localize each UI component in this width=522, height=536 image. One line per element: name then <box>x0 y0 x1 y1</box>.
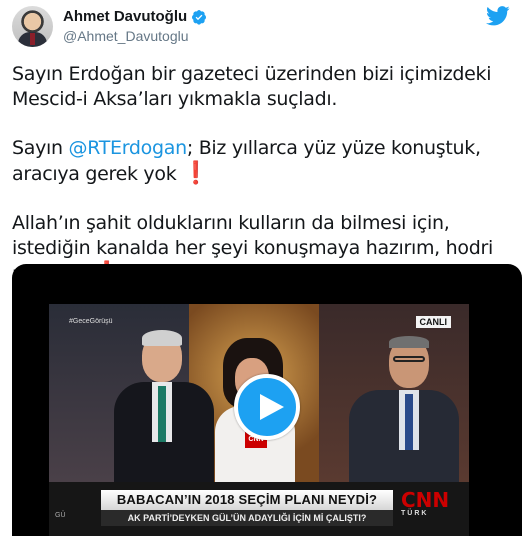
guest-left-tie <box>158 386 166 442</box>
video-player[interactable]: #GeceGörüşü CANLI CNN GÜ BABACAN’IN 2018… <box>12 264 522 536</box>
exclamation-icon: ❗ <box>182 161 210 186</box>
tweet-header: Ahmet Davutoğlu @Ahmet_Davutoglu <box>12 4 522 50</box>
channel-logo: CNN TÜRK <box>401 488 450 526</box>
side-text: GÜ <box>55 512 66 519</box>
guest-left <box>104 330 214 492</box>
tweet-paragraph-2: Sayın @RTErdogan; Biz yıllarca yüz yüze … <box>12 136 520 187</box>
live-badge: CANLI <box>415 316 451 328</box>
mention-link[interactable]: @RTErdogan <box>69 137 188 159</box>
avatar[interactable] <box>12 6 53 47</box>
guest-right-glasses <box>393 356 425 362</box>
paragraph-2-prefix: Sayın <box>12 137 69 159</box>
show-hashtag: #GeceGörüşü <box>69 318 113 325</box>
channel-name: CNN <box>401 488 450 512</box>
play-icon <box>260 394 284 420</box>
guest-right <box>339 336 459 500</box>
avatar-tie <box>30 33 35 45</box>
subheadline-banner: AK PARTİ’DEYKEN GÜL’ÜN ADAYLIĞI İÇİN Mİ … <box>101 510 393 526</box>
guest-left-hair <box>142 330 182 346</box>
verified-badge-icon <box>192 9 207 25</box>
play-button[interactable] <box>234 374 300 440</box>
lower-third: GÜ BABACAN’IN 2018 SEÇİM PLANI NEYDİ? AK… <box>49 482 469 536</box>
guest-right-hair <box>389 336 429 348</box>
author-name[interactable]: Ahmet Davutoğlu <box>63 8 187 25</box>
twitter-bird-icon[interactable] <box>486 6 510 26</box>
tweet-paragraph-1: Sayın Erdoğan bir gazeteci üzerinden biz… <box>12 63 492 110</box>
author-row: Ahmet Davutoğlu <box>63 8 207 25</box>
headline-banner: BABACAN’IN 2018 SEÇİM PLANI NEYDİ? <box>101 490 393 510</box>
author-handle[interactable]: @Ahmet_Davutoglu <box>63 28 189 44</box>
guest-right-tie <box>405 394 413 450</box>
